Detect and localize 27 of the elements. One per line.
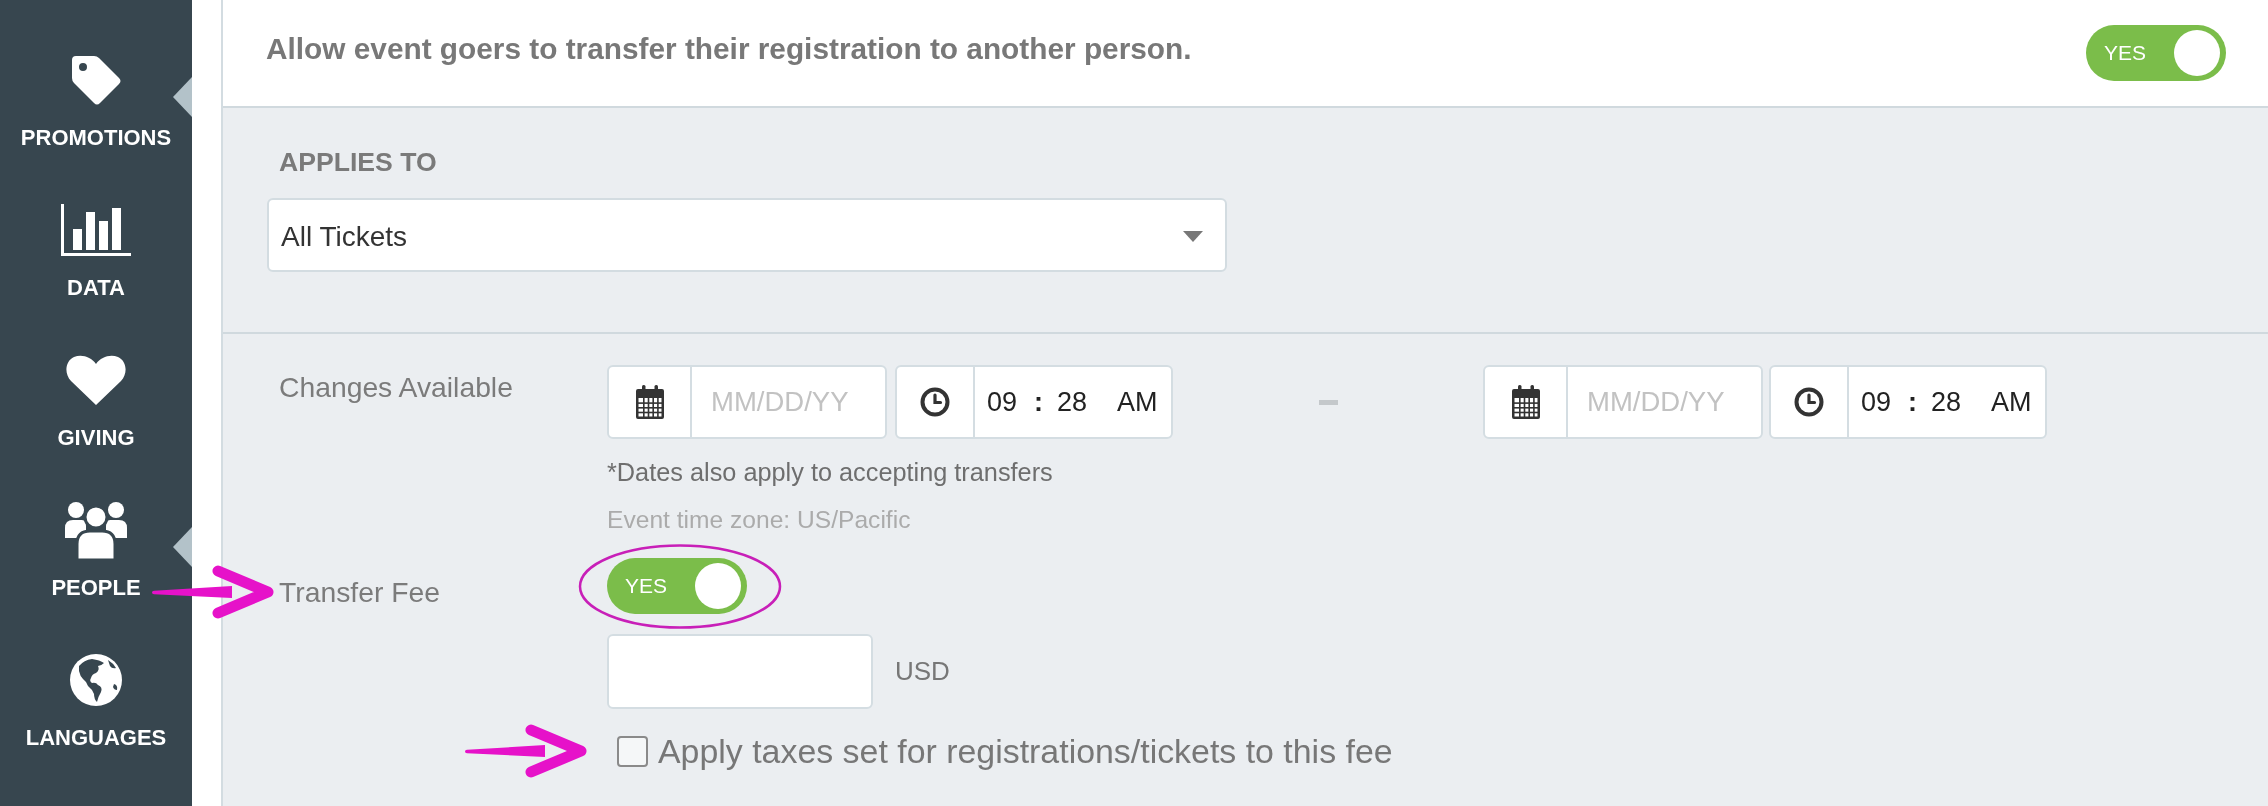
field-label: Changes Available (279, 372, 513, 402)
heart-icon (65, 354, 127, 405)
sidebar-item[interactable]: GIVING (0, 325, 192, 475)
clock-icon (1794, 387, 1824, 417)
checkbox[interactable] (617, 735, 648, 767)
dash-icon (1318, 399, 1338, 405)
ticket-select[interactable]: All Tickets (267, 198, 1227, 272)
currency-label: USD (895, 656, 950, 687)
fee-amount-field[interactable] (607, 634, 873, 709)
tag-icon (70, 53, 122, 106)
dates-note: *Dates also apply to accepting transfers (607, 457, 1054, 487)
calendar-icon (635, 385, 664, 419)
time-field[interactable]: 09 : 28 AM (895, 365, 1173, 439)
section-heading: APPLIES TO (279, 147, 437, 177)
clock-icon (920, 387, 950, 417)
time-zone-note: Event time zone: US/Pacific (607, 505, 912, 535)
people-icon (64, 499, 128, 560)
field-label: Transfer Fee (279, 576, 440, 608)
globe-icon (70, 653, 122, 706)
sidebar-item[interactable]: DATA (0, 175, 192, 325)
setting-description: Allow event goers to transfer their registration to another person. (266, 32, 1192, 66)
checkbox-label[interactable]: Apply taxes set for registrations/tickets to this fee (658, 731, 1393, 771)
bar-chart-icon (61, 203, 131, 256)
sidebar-item[interactable]: LANGUAGES (0, 625, 192, 775)
time-field[interactable]: 09 : 28 AM (1769, 365, 2047, 439)
caret-icon (1183, 231, 1203, 242)
calendar-icon (1511, 385, 1540, 419)
